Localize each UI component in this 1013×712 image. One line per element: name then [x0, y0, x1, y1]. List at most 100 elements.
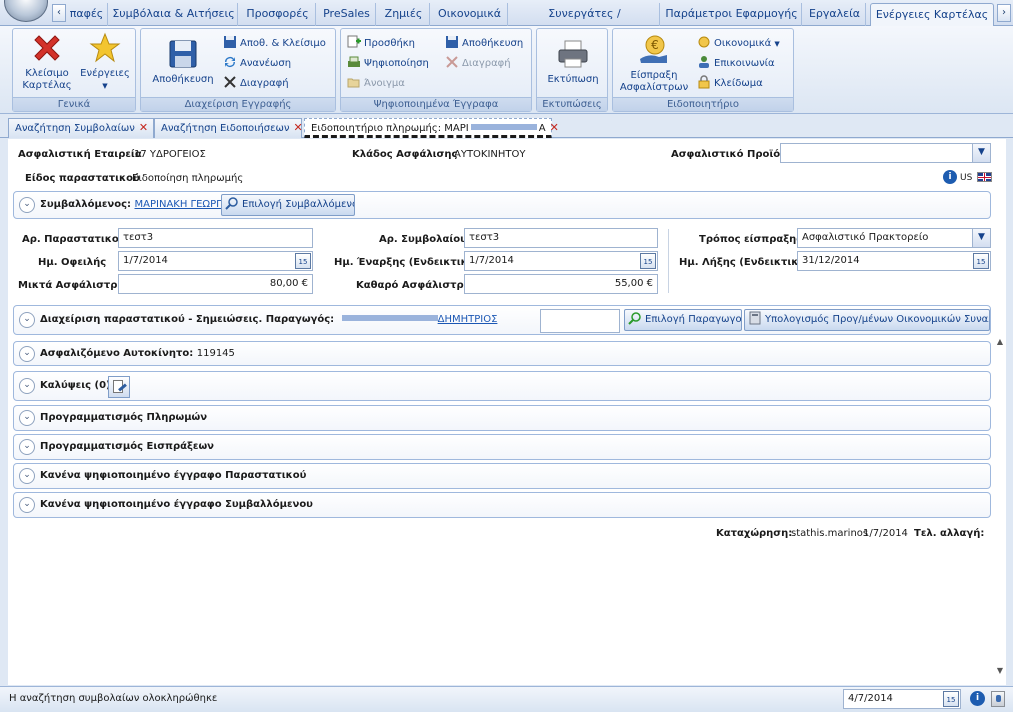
net-premium-input[interactable]: 55,00 €	[464, 274, 658, 294]
tab-card-actions[interactable]: Ενέργειες Καρτέλας	[870, 3, 994, 26]
expand-chevron-icon[interactable]: ⌄	[19, 345, 35, 362]
communication-button[interactable]: Επικοινωνία	[697, 55, 775, 73]
calendar-icon[interactable]: 15	[640, 253, 656, 269]
lock-button[interactable]: Κλείδωμα	[697, 75, 763, 93]
select-contractor-button[interactable]: Επιλογή Συμβαλλόμενου	[221, 194, 355, 216]
refresh-button[interactable]: Ανανέωση	[223, 55, 291, 73]
add-document-button[interactable]: Προσθήκη	[347, 35, 415, 53]
expand-chevron-icon[interactable]: ⌄	[19, 197, 35, 213]
doc-digital-files-title: Κανένα ψηφιοποιημένο έγγραφο Παραστατικο…	[40, 470, 307, 481]
contractor-digital-files-title: Κανένα ψηφιοποιημένο έγγραφο Συμβαλλόμεν…	[40, 499, 313, 510]
close-tab-icon[interactable]: ✕	[550, 119, 559, 137]
dropdown-arrow-icon[interactable]: ▼	[972, 229, 990, 247]
gross-premium-input[interactable]: 80,00 €	[118, 274, 313, 294]
info-icon[interactable]: i	[943, 170, 957, 184]
vertical-scrollbar[interactable]: ▲ ▼	[994, 337, 1006, 675]
scroll-up-icon[interactable]: ▲	[994, 337, 1006, 346]
producer-name-link[interactable]: ΔΗΜΗΤΡΙΟΣ	[438, 314, 498, 325]
calendar-icon[interactable]: 15	[973, 253, 989, 269]
delete-button[interactable]: Διαγραφή	[223, 75, 289, 93]
payment-schedule-panel: ⌄ Προγραμματισμός Πληρωμών	[13, 405, 991, 431]
chevron-down-icon: ▼	[102, 82, 108, 90]
info-icon[interactable]: i	[970, 691, 985, 706]
group-general-label: Γενικά	[13, 97, 135, 111]
contractor-name-link[interactable]: ΜΑΡΙΝΑΚΗ ΓΕΩΡΓΑ	[135, 199, 229, 210]
floppy-disk-icon	[169, 40, 197, 68]
application-orb[interactable]	[4, 0, 48, 22]
tab-scroll-left-button[interactable]: ‹	[52, 4, 66, 22]
vehicle-title: Ασφαλιζόμενο Αυτοκίνητο: 119145	[40, 347, 235, 361]
doc-tab-payment-notice[interactable]: Ειδοποιητήριο πληρωμής: ΜΑΡΙ Α ✕	[304, 118, 559, 138]
digitize-button[interactable]: Ψηφιοποίηση	[347, 55, 429, 73]
financial-menu-label: Οικονομικά	[714, 38, 772, 49]
tab-presales[interactable]: PreSales	[318, 3, 376, 26]
doc-tab-notice-search[interactable]: Αναζήτηση Ειδοποιήσεων ✕	[154, 118, 303, 138]
tab-financial[interactable]: Οικονομικά	[432, 3, 508, 26]
group-prints-label: Εκτυπώσεις	[537, 97, 607, 111]
tab-partners[interactable]: Συνεργάτες / Ασφαλιστικές	[510, 3, 660, 41]
save-button[interactable]: Αποθήκευση	[147, 37, 219, 86]
tab-contacts[interactable]: παφές	[66, 3, 108, 26]
doc-type-value: Ειδοποίηση πληρωμής	[132, 173, 244, 184]
expand-chevron-icon[interactable]: ⌄	[19, 439, 35, 455]
digitize-label: Ψηφιοποίηση	[364, 58, 429, 69]
select-producer-button[interactable]: Επιλογή Παραγωγού	[624, 309, 742, 331]
status-date-input[interactable]: 4/7/2014 15	[843, 689, 961, 709]
user-icon[interactable]	[991, 691, 1005, 707]
language-code[interactable]: US	[960, 173, 972, 183]
product-select[interactable]: ▼	[780, 143, 991, 163]
end-date-input[interactable]: 31/12/2014 15	[797, 251, 991, 271]
save-and-close-button[interactable]: Αποθ. & Κλείσιμο	[223, 35, 326, 53]
calendar-icon[interactable]: 15	[295, 253, 311, 269]
tab-offers[interactable]: Προσφορές	[240, 3, 316, 26]
save-document-button[interactable]: Αποθήκευση	[445, 35, 523, 53]
uk-flag-icon[interactable]	[977, 172, 992, 182]
actions-button[interactable]: Ενέργειες ▼	[77, 31, 133, 92]
delete-document-button[interactable]: Διαγραφή	[445, 55, 511, 73]
dropdown-arrow-icon[interactable]: ▼	[972, 144, 990, 162]
save-label: Αποθήκευση	[152, 74, 214, 85]
payment-schedule-title: Προγραμματισμός Πληρωμών	[40, 412, 208, 423]
open-document-label: Άνοιγμα	[364, 78, 405, 89]
doc-digital-files-panel: ⌄ Κανένα ψηφιοποιημένο έγγραφο Παραστατι…	[13, 463, 991, 489]
tab-scroll-right-button[interactable]: ›	[997, 4, 1011, 22]
close-card-button[interactable]: Κλείσιμο Καρτέλας	[17, 31, 77, 92]
select-producer-label: Επιλογή Παραγωγού	[645, 314, 742, 325]
calculate-transactions-button[interactable]: Υπολογισμός Προγ/μένων Οικονομικών Συναλ…	[744, 309, 990, 331]
expand-chevron-icon[interactable]: ⌄	[19, 378, 35, 394]
coverages-panel: ⌄ Καλύψεις (0)	[13, 371, 991, 401]
policy-number-input[interactable]: τεστ3	[464, 228, 658, 248]
collect-premiums-button[interactable]: € Είσπραξη Ασφαλίστρων	[615, 33, 693, 94]
doc-tab-policy-search[interactable]: Αναζήτηση Συμβολαίων ✕	[8, 118, 154, 138]
due-date-input[interactable]: 1/7/2014 15	[118, 251, 313, 271]
gross-premium-label: Μικτά Ασφάλιστρα	[18, 280, 125, 291]
expand-chevron-icon[interactable]: ⌄	[19, 468, 35, 484]
branch-value: ΑΥΤΟΚΙΝΗΤΟΥ	[454, 149, 526, 160]
close-tab-icon[interactable]: ✕	[294, 119, 303, 137]
refresh-icon	[225, 57, 235, 67]
collection-schedule-panel: ⌄ Προγραμματισμός Εισπράξεων	[13, 434, 991, 460]
group-notice-label: Ειδοποιητήριο	[613, 97, 793, 111]
scroll-down-icon[interactable]: ▼	[994, 666, 1006, 675]
open-document-button[interactable]: Άνοιγμα	[347, 75, 405, 93]
doc-number-input[interactable]: τεστ3	[118, 228, 313, 248]
tab-tools[interactable]: Εργαλεία	[804, 3, 866, 26]
edit-coverages-icon[interactable]	[108, 376, 130, 398]
redacted-block	[470, 124, 537, 130]
collection-method-select[interactable]: Ασφαλιστικό Πρακτορείο ▼	[797, 228, 991, 248]
tab-app-parameters[interactable]: Παράμετροι Εφαρμογής	[662, 3, 802, 26]
net-premium-label: Καθαρό Ασφάλιστρο	[356, 280, 471, 291]
company-value: 17 ΥΔΡΟΓΕΙΟΣ	[134, 149, 206, 160]
doc-tab-payment-notice-suffix: Α	[538, 123, 546, 134]
producer-code-input[interactable]	[540, 309, 620, 333]
calendar-icon[interactable]: 15	[943, 691, 959, 707]
tab-claims[interactable]: Ζημιές	[378, 3, 430, 26]
expand-chevron-icon[interactable]: ⌄	[19, 410, 35, 426]
tab-policies[interactable]: Συμβόλαια & Αιτήσεις	[110, 3, 238, 26]
close-tab-icon[interactable]: ✕	[139, 119, 148, 137]
start-date-input[interactable]: 1/7/2014 15	[464, 251, 658, 271]
financial-menu-button[interactable]: Οικονομικά ▼	[697, 35, 780, 53]
print-button[interactable]: Εκτύπωση	[539, 37, 607, 86]
expand-chevron-icon[interactable]: ⌄	[19, 497, 35, 513]
expand-chevron-icon[interactable]: ⌄	[19, 312, 35, 328]
